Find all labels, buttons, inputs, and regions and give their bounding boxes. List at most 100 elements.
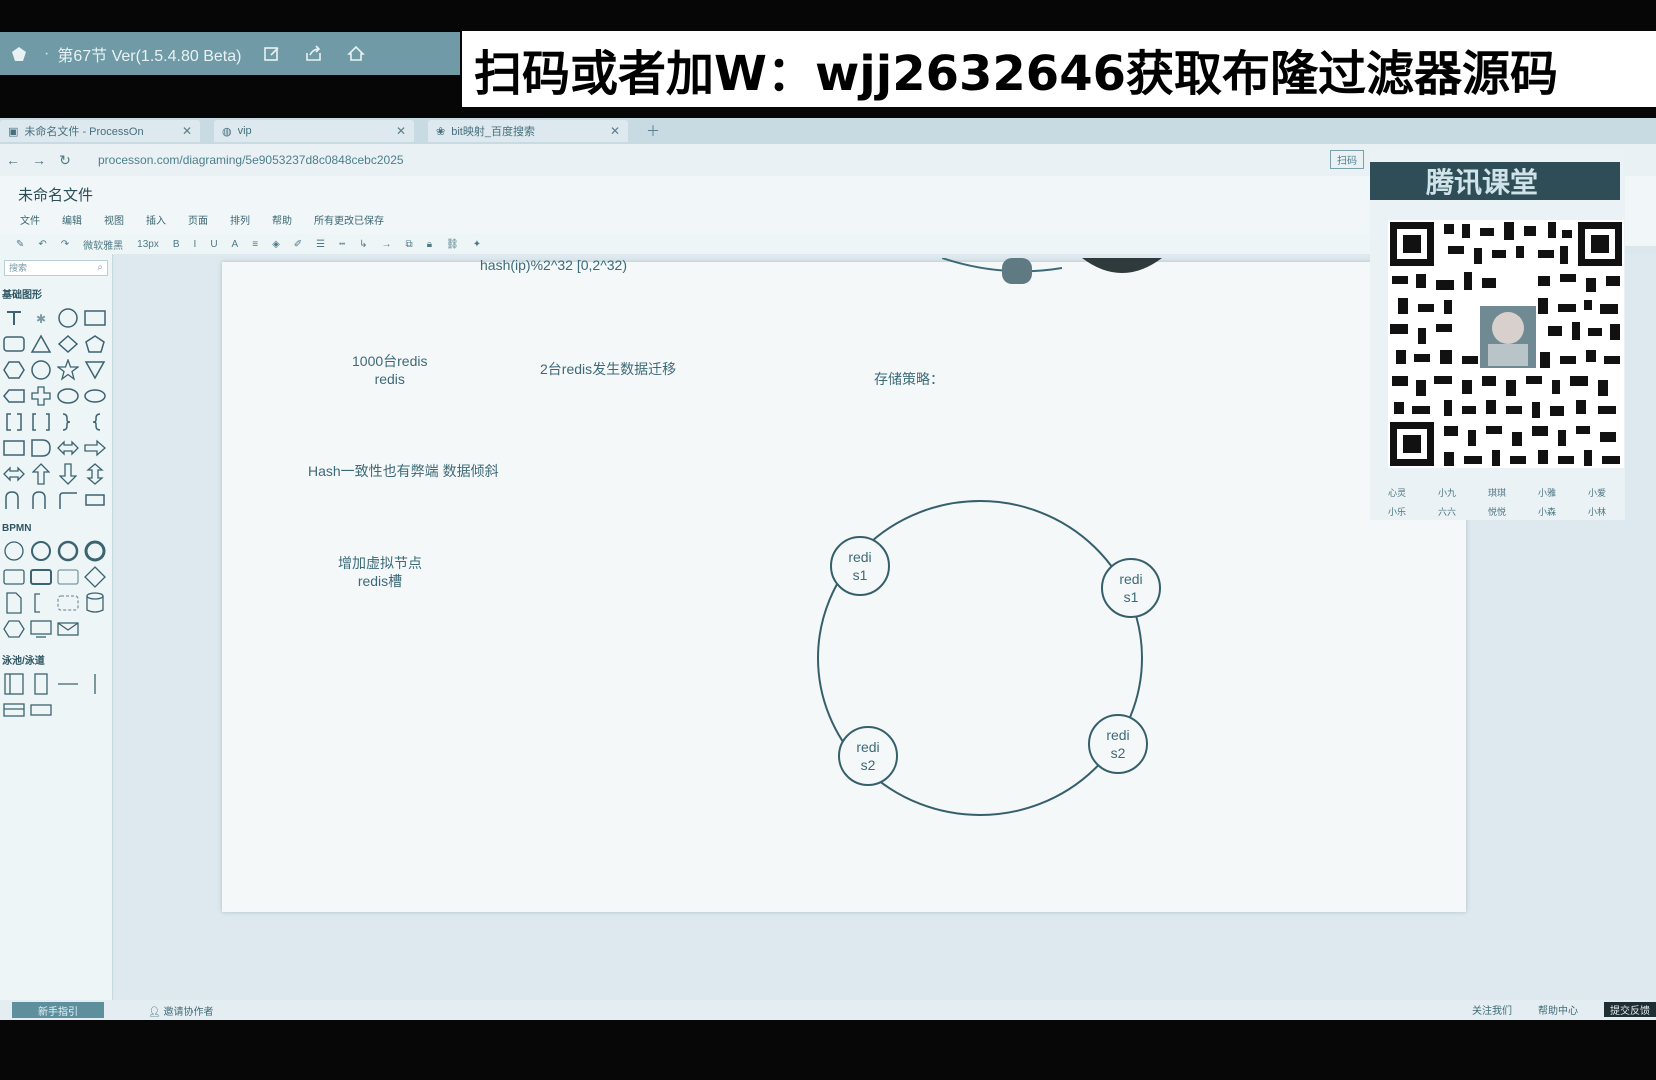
process-shape-icon[interactable] [2,437,26,459]
section-lanes[interactable]: 泳池/泳道 [0,648,112,671]
lane-vertical-icon[interactable] [29,673,53,695]
qr-code[interactable] [1388,220,1624,468]
wave-shape-icon[interactable] [29,489,53,511]
tag-shape-icon[interactable] [2,385,26,407]
redis-node-3[interactable]: redi s2 [838,726,898,786]
document-title[interactable]: 未命名文件 [18,184,93,205]
line-style-icon[interactable]: ┅ [339,239,345,250]
pool-vertical-icon[interactable] [2,673,26,695]
front-icon[interactable]: ⧉ [406,239,413,250]
up-down-arrow-icon[interactable] [83,463,107,485]
left-right-arrow-icon[interactable] [56,437,80,459]
redo-icon[interactable]: ↷ [61,239,69,250]
separator-v-icon[interactable] [83,673,107,695]
note-storage-strategy[interactable]: 存储策略： [874,370,944,388]
subprocess-icon[interactable] [29,566,53,588]
tab-vip[interactable]: ◍ vip ✕ [214,120,414,142]
hash-formula-text[interactable]: hash(ip)%2^32 [0,2^32) [480,256,627,274]
pool-horizontal-icon[interactable] [2,699,26,721]
fill-icon[interactable]: ◈ [272,239,280,250]
cross-shape-icon[interactable] [29,385,53,407]
diamond-shape-icon[interactable] [56,333,80,355]
hexagon-shape-icon[interactable] [2,359,26,381]
inverted-triangle-icon[interactable] [83,359,107,381]
redis-node-2[interactable]: redi s1 [1101,558,1161,618]
feedback-button[interactable]: 提交反馈 [1604,1002,1656,1017]
link-icon[interactable]: ⛓︎ [446,239,459,250]
line-width-icon[interactable]: ☰ [316,239,325,250]
format-painter-icon[interactable]: ✎ [16,239,24,250]
section-bpmn[interactable]: BPMN [0,519,112,538]
back-icon[interactable]: ← [0,152,26,168]
rounded-rect-icon[interactable] [2,333,26,355]
gateway-icon[interactable] [83,566,107,588]
redis-node-1[interactable]: redi s1 [830,536,890,596]
scan-button[interactable]: 扫码 [1330,150,1364,169]
separator-h-icon[interactable] [56,673,80,695]
corner-shape-icon[interactable] [56,489,80,511]
font-size-select[interactable]: 13px [137,239,159,250]
menu-file[interactable]: 文件 [20,212,40,227]
small-rect-icon[interactable] [83,489,107,511]
arrow-icon[interactable]: → [382,239,392,250]
boundary-event-icon[interactable] [83,540,107,562]
note-virtual-nodes[interactable]: 增加虚拟节点 redis槽 [338,554,422,590]
undo-icon[interactable]: ↶ [38,239,46,250]
close-icon[interactable]: ✕ [396,124,406,138]
font-family-select[interactable]: 微软雅黑 [83,237,123,252]
circle-shape-icon[interactable] [56,307,80,329]
lane-horizontal-icon[interactable] [29,699,53,721]
screen-icon[interactable] [29,618,53,640]
menu-insert[interactable]: 插入 [146,212,166,227]
star-shape-icon[interactable] [56,359,80,381]
octagon-shape-icon[interactable] [29,359,53,381]
task-icon[interactable] [2,566,26,588]
bold-button[interactable]: B [173,239,180,250]
down-arrow-icon[interactable] [56,463,80,485]
tab-search[interactable]: ❀ bit映射_百度搜索 ✕ [428,120,628,142]
line-color-icon[interactable]: ✐ [294,239,302,250]
italic-button[interactable]: I [194,239,197,250]
underline-button[interactable]: U [210,239,217,250]
style-icon[interactable]: ✦ [473,239,481,250]
note-data-migration[interactable]: 2台redis发生数据迁移 [540,360,676,378]
lock-icon[interactable]: 🔒︎ [427,239,432,250]
note-1000-redis[interactable]: 1000台redis redis [352,352,428,388]
start-event-icon[interactable] [2,540,26,562]
url-field[interactable]: processon.com/diagraming/5e9053237d8c084… [98,153,404,167]
u-turn-icon[interactable] [2,489,26,511]
diagram-page[interactable]: hash(ip)%2^32 [0,2^32) 1000台redis redis … [222,257,1466,912]
guide-button[interactable]: 新手指引 [12,1002,104,1018]
new-tab-icon[interactable]: ＋ [646,121,660,141]
align-icon[interactable]: ≡ [252,239,258,250]
share-icon[interactable] [303,43,325,65]
forward-icon[interactable]: → [26,152,52,168]
data-object-icon[interactable] [2,592,26,614]
connector-icon[interactable]: ↳ [359,239,367,250]
rect-shape-icon[interactable] [83,307,107,329]
data-store-icon[interactable] [83,592,107,614]
menu-page[interactable]: 页面 [188,212,208,227]
double-arrow-icon[interactable] [2,463,26,485]
brace-left-icon[interactable] [83,411,107,433]
reload-icon[interactable]: ↻ [52,152,78,169]
bracket-shape-icon[interactable] [2,411,26,433]
close-icon[interactable]: ✕ [182,124,192,138]
right-arrow-icon[interactable] [83,437,107,459]
invite-collaborator-button[interactable]: 👤︎ 邀请协作者 [148,1003,213,1018]
ellipse-shape-icon[interactable] [56,385,80,407]
follow-us-link[interactable]: 关注我们 [1472,1002,1512,1017]
close-icon[interactable]: ✕ [610,124,620,138]
help-center-link[interactable]: 帮助中心 [1538,1002,1578,1017]
home-icon[interactable] [345,43,367,65]
square-bracket-icon[interactable] [29,411,53,433]
intermediate-event-icon[interactable] [29,540,53,562]
menu-view[interactable]: 视图 [104,212,124,227]
edit-icon[interactable] [261,43,283,65]
cloud-shape-icon[interactable] [83,385,107,407]
menu-help[interactable]: 帮助 [272,212,292,227]
menu-arrange[interactable]: 排列 [230,212,250,227]
pentagon-shape-icon[interactable] [83,333,107,355]
group-icon[interactable] [56,592,80,614]
note-shape-icon[interactable]: ✱ [29,307,53,329]
